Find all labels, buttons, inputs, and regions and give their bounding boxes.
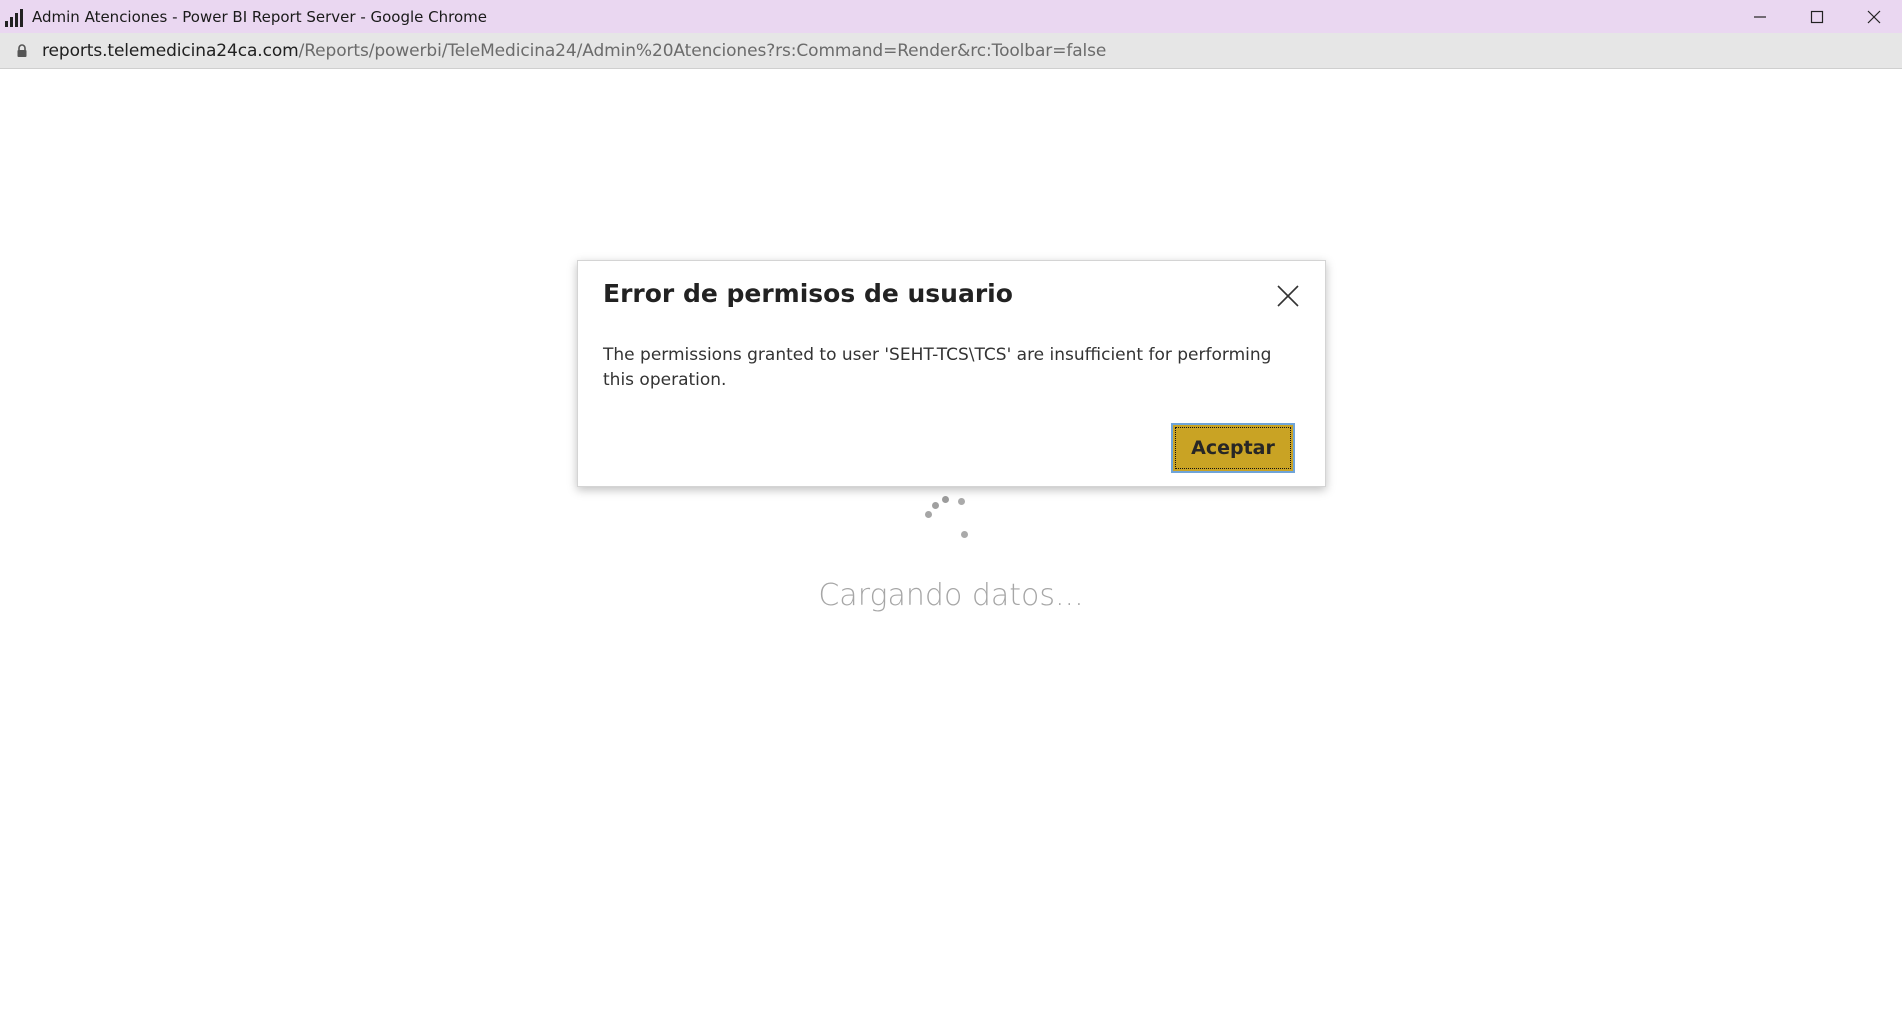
dialog-title: Error de permisos de usuario [603, 279, 1013, 308]
url-text[interactable]: reports.telemedicina24ca.com/Reports/pow… [42, 41, 1106, 61]
dialog-message: The permissions granted to user 'SEHT-TC… [603, 345, 1272, 390]
address-bar[interactable]: reports.telemedicina24ca.com/Reports/pow… [0, 33, 1902, 69]
window-titlebar: Admin Atenciones - Power BI Report Serve… [0, 0, 1902, 33]
accept-button[interactable]: Aceptar [1171, 423, 1295, 473]
window-title: Admin Atenciones - Power BI Report Serve… [32, 7, 488, 26]
loading-text: Cargando datos... [818, 578, 1084, 613]
window-controls [1731, 0, 1902, 33]
minimize-button[interactable] [1731, 0, 1788, 33]
minimize-icon [1753, 15, 1766, 18]
maximize-icon [1810, 10, 1823, 23]
maximize-button[interactable] [1788, 0, 1845, 33]
bar-chart-icon [5, 7, 25, 27]
loading-spinner [920, 493, 976, 549]
permissions-error-dialog: Error de permisos de usuario The permiss… [577, 260, 1326, 487]
url-host: reports.telemedicina24ca.com [42, 40, 299, 61]
url-path: /Reports/powerbi/TeleMedicina24/Admin%20… [298, 40, 1107, 61]
lock-icon[interactable] [16, 43, 28, 58]
close-icon[interactable] [1275, 283, 1301, 309]
close-icon [1867, 10, 1880, 23]
window-close-button[interactable] [1845, 0, 1902, 33]
